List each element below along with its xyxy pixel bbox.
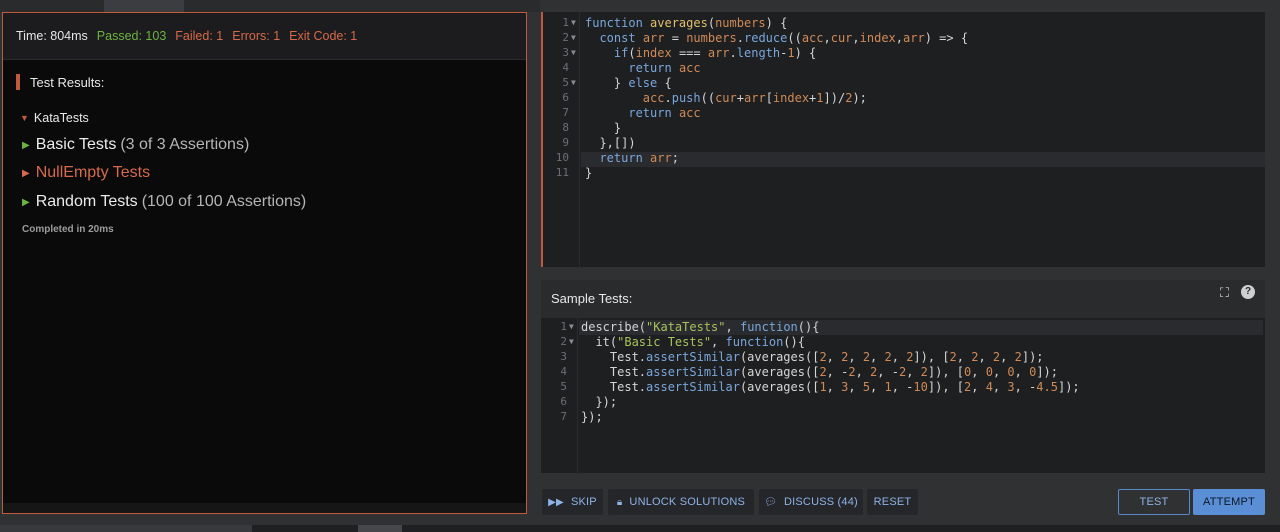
line-number: 11 [555, 166, 569, 179]
skip-button[interactable]: ▶▶ SKIP [542, 489, 603, 515]
fast-forward-icon: ▶▶ [548, 496, 564, 508]
play-triangle-icon: ▶ [22, 139, 30, 151]
line-number: 1 [560, 320, 567, 333]
tree-root[interactable]: ▼ KataTests [20, 108, 89, 128]
code-line[interactable]: },[]) [585, 136, 635, 150]
line-number: 4 [560, 365, 567, 378]
output-footer [3, 503, 526, 513]
sample-tests-title: Sample Tests: [551, 291, 633, 306]
stat-time: Time: 804ms [16, 29, 88, 43]
line-number: 7 [560, 410, 567, 423]
code-line[interactable]: }); [581, 410, 603, 424]
line-number: 8 [562, 121, 569, 134]
code-line[interactable]: Test.assertSimilar(averages([2, -2, 2, -… [581, 365, 1058, 379]
code-line[interactable]: it("Basic Tests", function(){ [581, 335, 805, 349]
line-number: 3 [560, 350, 567, 363]
test-group-name: NullEmpty Tests [35, 164, 151, 181]
active-line-highlight [581, 152, 1265, 167]
help-icon[interactable]: ? [1241, 285, 1255, 299]
discuss-label: DISCUSS (44) [783, 496, 858, 508]
tree-root-label: KataTests [33, 111, 89, 125]
line-number: 7 [562, 106, 569, 119]
line-number: 5 [562, 76, 569, 89]
attempt-label: ATTEMPT [1203, 496, 1255, 508]
results-title: Test Results: [30, 74, 105, 90]
fold-arrow-icon[interactable]: ▼ [571, 78, 576, 87]
code-line[interactable]: return acc [585, 106, 700, 120]
test-group-name: Basic Tests [35, 136, 117, 153]
line-number: 10 [555, 151, 569, 164]
line-number: 2 [562, 31, 569, 44]
top-tab-strip [0, 0, 540, 12]
test-group-nullempty[interactable]: ▶ NullEmpty Tests [22, 164, 150, 182]
code-line[interactable]: Test.assertSimilar(averages([2, 2, 2, 2,… [581, 350, 1044, 364]
discuss-button[interactable]: 💬︎ DISCUSS (44) [759, 489, 863, 515]
test-group-basic[interactable]: ▶ Basic Tests (3 of 3 Assertions) [22, 136, 249, 154]
test-button[interactable]: TEST [1118, 489, 1190, 515]
code-line[interactable]: } [585, 166, 592, 180]
test-group-name: Random Tests [35, 193, 138, 210]
test-stats-bar: Time: 804ms Passed: 103 Failed: 1 Errors… [3, 13, 526, 60]
code-line[interactable]: } [585, 121, 621, 135]
samples-gutter: 1 ▼ 2 ▼ 3 4 5 6 7 [541, 318, 578, 473]
line-number: 6 [560, 395, 567, 408]
caret-down-icon: ▼ [20, 113, 29, 123]
test-group-assertions: (100 of 100 Assertions) [141, 193, 307, 210]
lock-icon: 🔒︎ [616, 496, 623, 508]
fold-arrow-icon[interactable]: ▼ [571, 48, 576, 57]
bottom-tab[interactable] [0, 525, 252, 532]
chat-bubbles-icon: 💬︎ [764, 496, 777, 508]
code-line[interactable]: }); [581, 395, 617, 409]
sample-tests-editor[interactable]: 1 ▼ 2 ▼ 3 4 5 6 7 describe("KataTests", fu… [541, 318, 1265, 473]
results-header: Test Results: [16, 73, 104, 91]
code-line[interactable]: if(index === arr.length-1) { [585, 46, 816, 60]
line-number: 3 [562, 46, 569, 59]
unlock-solutions-button[interactable]: 🔒︎ UNLOCK SOLUTIONS [608, 489, 754, 515]
line-number: 9 [562, 136, 569, 149]
code-line[interactable]: } else { [585, 76, 672, 90]
code-line[interactable]: return arr; [585, 151, 679, 165]
test-group-random[interactable]: ▶ Random Tests (100 of 100 Assertions) [22, 193, 306, 211]
kata-trainer: Time: 804ms Passed: 103 Failed: 1 Errors… [0, 0, 1280, 532]
attempt-button[interactable]: ATTEMPT [1193, 489, 1265, 515]
line-number: 1 [562, 16, 569, 29]
line-number: 5 [560, 380, 567, 393]
line-number: 6 [562, 91, 569, 104]
reset-label: RESET [873, 496, 912, 508]
reset-button[interactable]: RESET [867, 489, 918, 515]
fold-arrow-icon[interactable]: ▼ [571, 33, 576, 42]
fold-arrow-icon[interactable]: ▼ [569, 337, 574, 346]
play-triangle-icon: ▶ [22, 196, 30, 208]
output-tab[interactable] [104, 0, 184, 12]
line-number: 4 [562, 61, 569, 74]
line-number: 2 [560, 335, 567, 348]
code-line[interactable]: function averages(numbers) { [585, 16, 787, 30]
code-line[interactable]: acc.push((cur+arr[index+1])/2); [585, 91, 867, 105]
code-line[interactable]: const arr = numbers.reduce((acc,cur,inde… [585, 31, 968, 45]
bottom-scroll-strip [0, 525, 1280, 532]
play-triangle-icon: ▶ [22, 167, 30, 179]
code-line[interactable]: Test.assertSimilar(averages([1, 3, 5, 1,… [581, 380, 1080, 394]
fold-arrow-icon[interactable]: ▼ [571, 18, 576, 27]
solution-gutter: 1 ▼ 2 ▼ 3 ▼ 4 5 ▼ 6 7 8 9 10 11 [543, 12, 580, 267]
test-group-assertions: (3 of 3 Assertions) [120, 136, 250, 153]
expand-icon[interactable]: ⛶ [1220, 285, 1229, 301]
test-label: TEST [1139, 496, 1169, 508]
results-accent-bar [16, 74, 20, 90]
completed-time: Completed in 20ms [22, 224, 114, 235]
results-tree: ▼ KataTests [20, 108, 89, 128]
code-line[interactable]: return acc [585, 61, 700, 75]
stat-failed: Failed: 1 [175, 29, 224, 43]
test-output-panel: Time: 804ms Passed: 103 Failed: 1 Errors… [2, 12, 527, 514]
fold-arrow-icon[interactable]: ▼ [569, 322, 574, 331]
bottom-tab[interactable] [358, 525, 402, 532]
skip-label: SKIP [570, 496, 597, 508]
stat-passed: Passed: 103 [96, 29, 167, 43]
unlock-label: UNLOCK SOLUTIONS [629, 496, 746, 508]
code-line[interactable]: describe("KataTests", function(){ [581, 320, 819, 334]
sample-tests-header: Sample Tests: ⛶ ? [541, 280, 1265, 318]
stat-errors: Errors: 1 [232, 29, 281, 43]
solution-editor[interactable]: 1 ▼ 2 ▼ 3 ▼ 4 5 ▼ 6 7 8 9 10 11 function ave… [541, 12, 1265, 267]
stat-exit-code: Exit Code: 1 [289, 29, 358, 43]
